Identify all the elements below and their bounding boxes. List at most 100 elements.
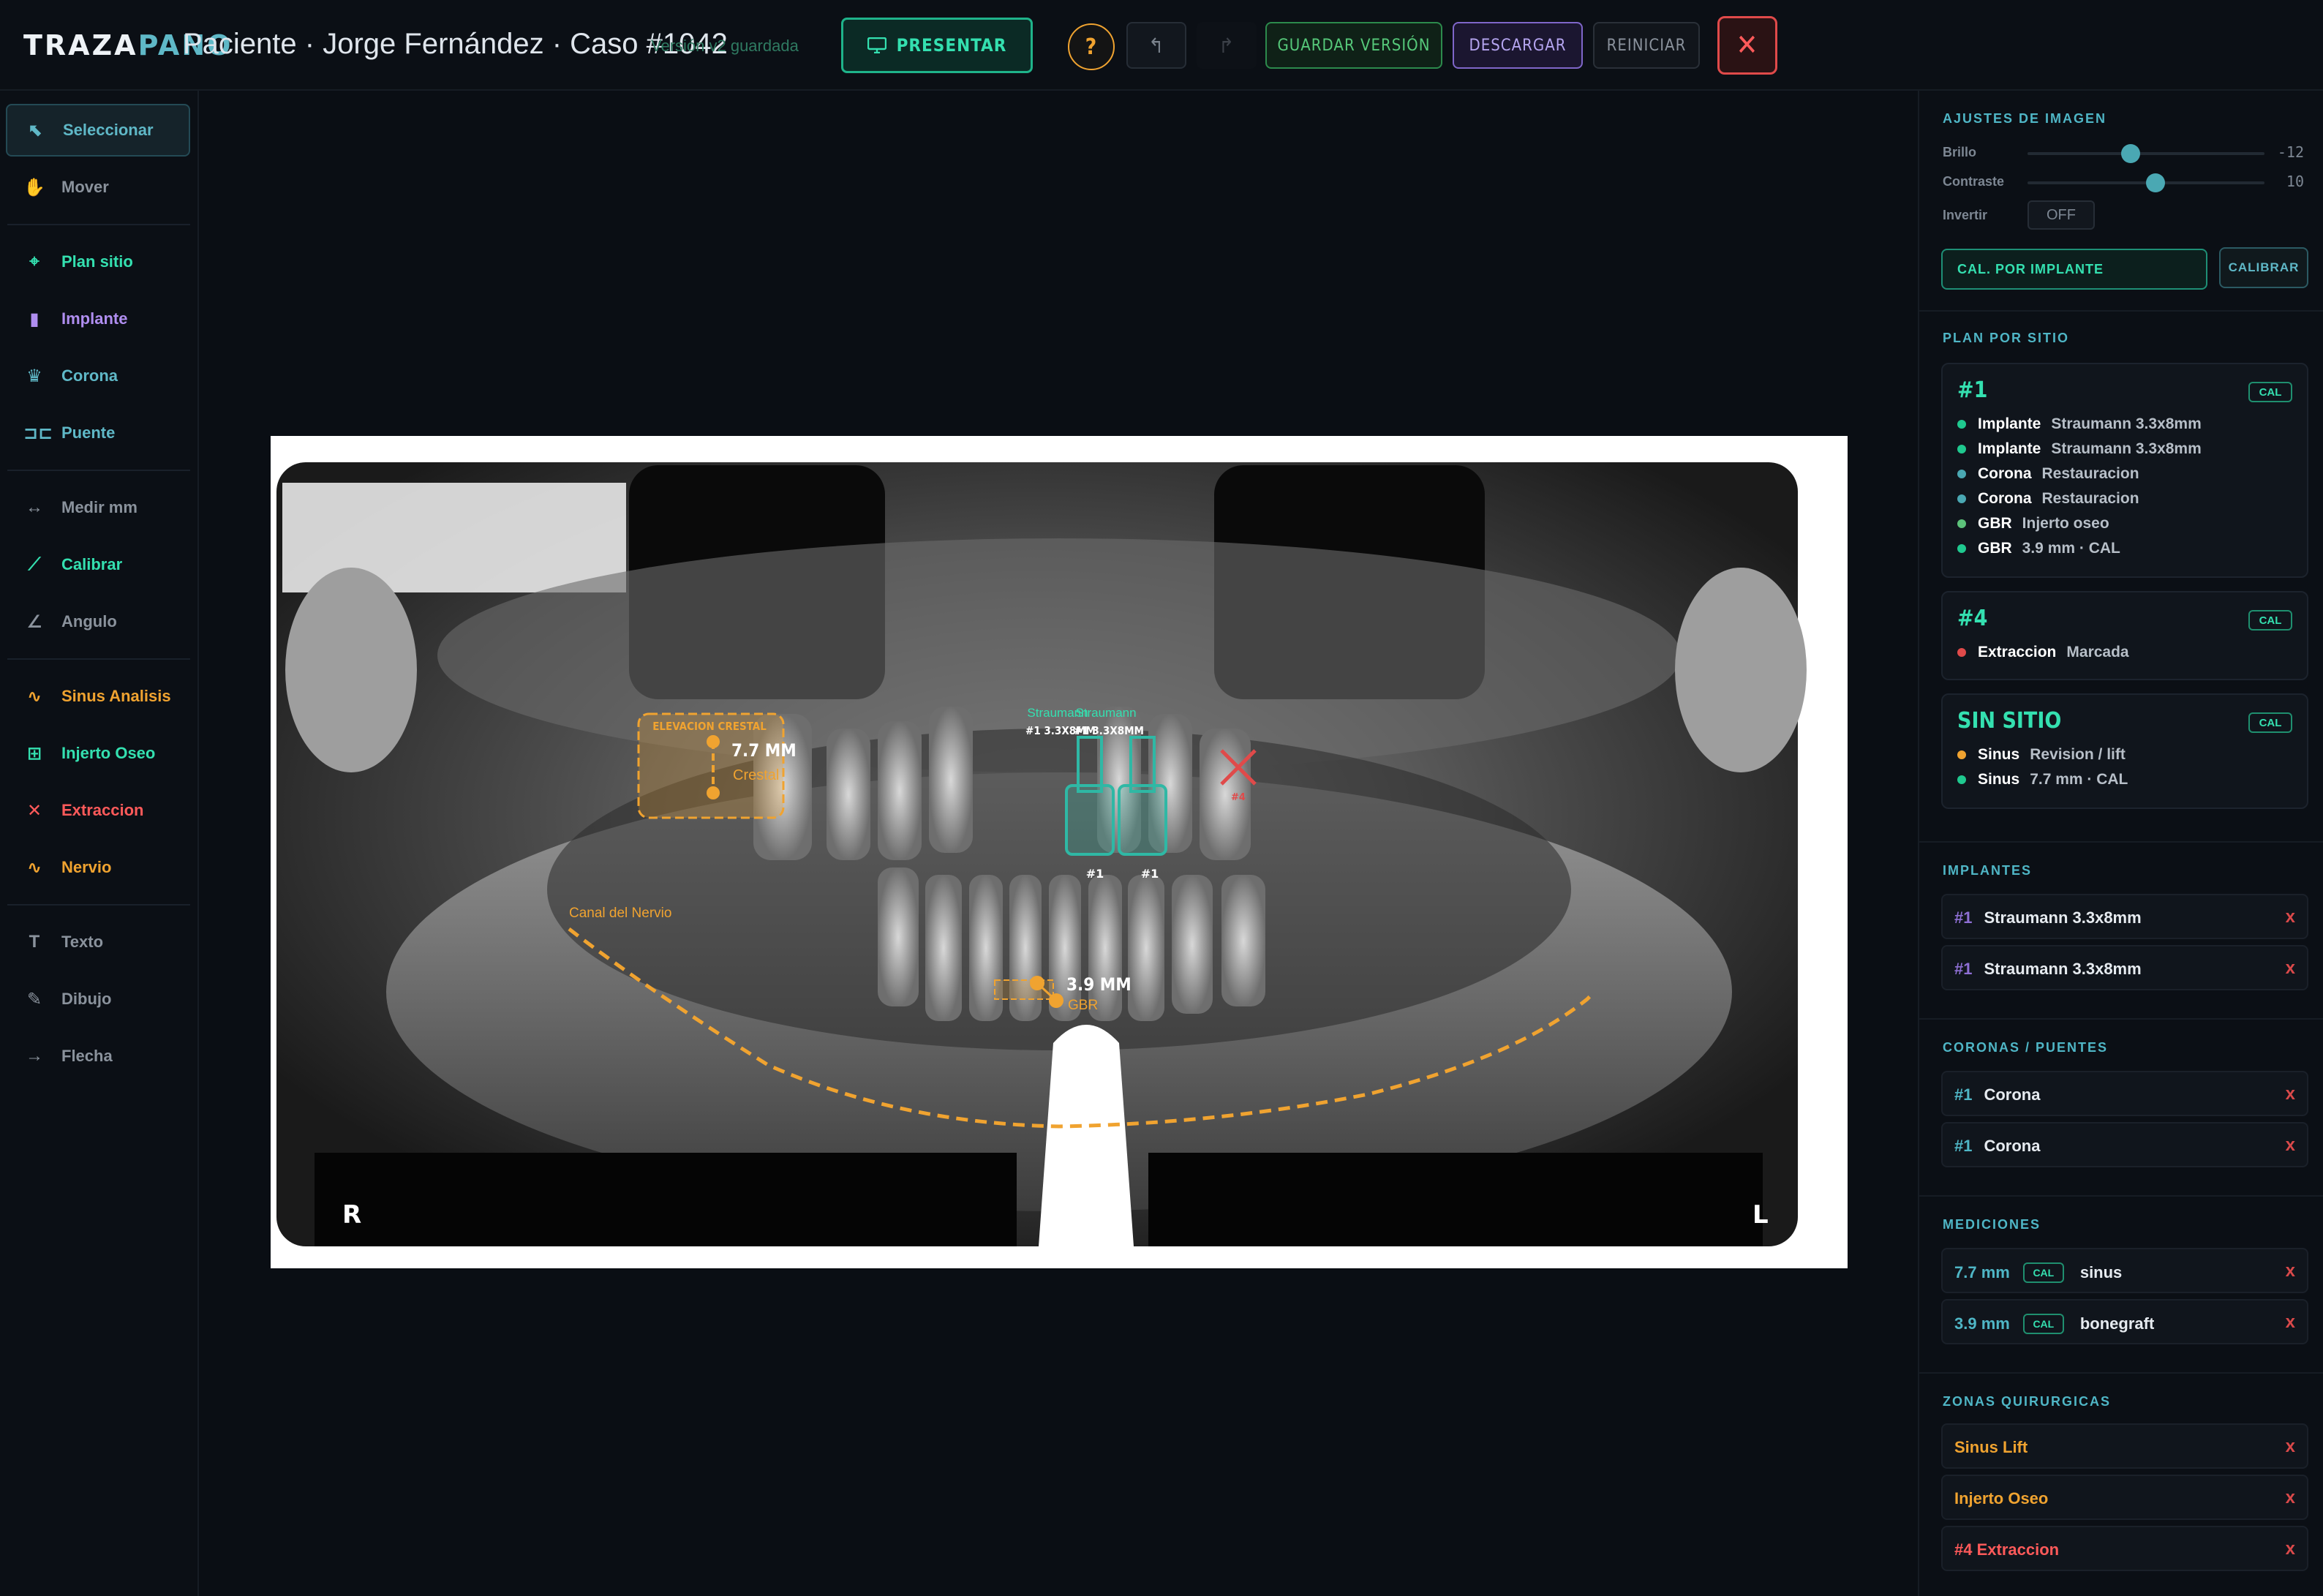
close-button[interactable]: ✕ <box>1717 16 1777 75</box>
implant-num-a: #1 <box>1086 867 1104 881</box>
remove-icon[interactable]: x <box>2286 1539 2295 1559</box>
site-plan-title: PLAN POR SITIO <box>1943 331 2070 345</box>
implant-brand-b: Straumann <box>1075 706 1136 720</box>
target-icon: ⌖ <box>29 252 39 271</box>
tool-site-plan[interactable]: ⌖ Plan sitio <box>6 236 190 288</box>
brightness-label: Brillo <box>1943 145 1977 159</box>
help-button[interactable]: ? <box>1068 23 1115 70</box>
brightness-knob[interactable] <box>2121 144 2140 163</box>
crown-row[interactable]: #1 Corona x <box>1941 1122 2308 1167</box>
tool-move[interactable]: ✋ Mover <box>6 161 190 214</box>
undo-button[interactable]: ↰ <box>1126 22 1186 69</box>
invert-toggle[interactable]: OFF <box>2028 200 2095 230</box>
tool-text[interactable]: T Texto <box>6 916 190 968</box>
tool-crown[interactable]: ♛ Corona <box>6 350 190 402</box>
redo-button[interactable]: ↱ <box>1197 22 1257 69</box>
tool-sinus[interactable]: ∿ Sinus Analisis <box>6 670 190 723</box>
reset-button[interactable]: REINICIAR <box>1593 22 1700 69</box>
cal-badge: CAL <box>2248 712 2292 733</box>
divider <box>1919 1018 2323 1020</box>
nerve-icon: ∿ <box>26 857 42 878</box>
tool-angle[interactable]: ∠ Angulo <box>6 595 190 648</box>
remove-icon[interactable]: x <box>2286 907 2295 927</box>
tool-arrow[interactable]: → Flecha <box>6 1030 190 1083</box>
zone-row[interactable]: Sinus Lift x <box>1941 1423 2308 1469</box>
implant-row[interactable]: #1 Straumann 3.3x8mm x <box>1941 894 2308 939</box>
calibrate-by-implant-button[interactable]: CAL. POR IMPLANTE <box>1941 249 2207 290</box>
calibrate-button[interactable]: CALIBRAR <box>2219 247 2308 288</box>
cursor-icon: ⬉ <box>28 120 44 140</box>
contrast-slider[interactable] <box>2028 173 2264 192</box>
implant-row[interactable]: #1 Straumann 3.3x8mm x <box>1941 945 2308 990</box>
crestal-handle-top[interactable] <box>707 735 720 748</box>
status-dot <box>1957 544 1966 553</box>
chin-gap <box>1039 1025 1134 1246</box>
invert-label: Invertir <box>1943 208 1988 222</box>
remove-icon[interactable]: x <box>2286 1135 2295 1156</box>
gbr-handle-bottom[interactable] <box>1049 993 1063 1008</box>
measurements-title: MEDICIONES <box>1943 1217 2041 1232</box>
x-icon: ✕ <box>26 800 42 821</box>
bridge-icon: ⊐⊏ <box>23 423 53 443</box>
xray-bottom-white <box>271 1246 1848 1268</box>
tool-measure[interactable]: ↔ Medir mm <box>6 481 190 534</box>
tool-select[interactable]: ⬉ Seleccionar <box>6 104 190 157</box>
crown-box-b[interactable] <box>1118 784 1167 856</box>
tool-sidebar: ⬉ Seleccionar ✋ Mover ⌖ Plan sitio ▮ Implant… <box>0 91 199 1596</box>
save-version-button[interactable]: GUARDAR VERSIÓN <box>1265 22 1442 69</box>
saved-status: Versión v2 guardada <box>651 37 799 55</box>
remove-icon[interactable]: x <box>2286 1437 2295 1457</box>
remove-icon[interactable]: x <box>2286 1488 2295 1508</box>
download-button[interactable]: DESCARGAR <box>1453 22 1583 69</box>
xray-canvas[interactable]: ELEVACION CRESTAL 7.7 MM Crestal Strauma… <box>271 436 1848 1268</box>
monitor-icon <box>867 37 886 53</box>
site-card-unassigned[interactable]: SIN SITIO CAL Sinus Revision / lift Sinus… <box>1941 693 2308 809</box>
cal-badge: CAL <box>2248 382 2292 402</box>
measurement-row[interactable]: 7.7 mm CAL sinus x <box>1941 1248 2308 1293</box>
tool-calibrate[interactable]: ⟋ Calibrar <box>6 538 190 591</box>
tool-bone-graft[interactable]: ⊞ Injerto Oseo <box>6 727 190 780</box>
tool-extraction[interactable]: ✕ Extraccion <box>6 784 190 837</box>
tool-nerve[interactable]: ∿ Nervio <box>6 841 190 894</box>
site-card-1[interactable]: #1 CAL Implante Straumann 3.3x8mm Implant… <box>1941 363 2308 578</box>
brightness-value: -12 <box>2277 143 2304 161</box>
tool-implant[interactable]: ▮ Implante <box>6 293 190 345</box>
condyle-left <box>1675 568 1807 772</box>
crestal-handle-bottom[interactable] <box>707 786 720 799</box>
tool-draw[interactable]: ✎ Dibujo <box>6 973 190 1025</box>
remove-icon[interactable]: x <box>2286 1261 2295 1281</box>
remove-icon[interactable]: x <box>2286 958 2295 979</box>
remove-icon[interactable]: x <box>2286 1084 2295 1104</box>
cal-badge: CAL <box>2022 1314 2064 1334</box>
implant-tag-b: #1 3.3X8MM <box>1074 724 1144 737</box>
brightness-slider[interactable] <box>2028 144 2264 163</box>
divider <box>7 658 190 660</box>
pen-icon: ✎ <box>26 989 42 1009</box>
crestal-measure-value: 7.7 MM <box>731 740 797 761</box>
divider <box>1919 310 2323 312</box>
crown-icon: ♛ <box>26 366 42 386</box>
remove-icon[interactable]: x <box>2286 1312 2295 1333</box>
tool-bridge[interactable]: ⊐⊏ Puente <box>6 407 190 459</box>
crown-box-a[interactable] <box>1065 784 1115 856</box>
gbr-handle-top[interactable] <box>1030 976 1044 990</box>
properties-panel: AJUSTES DE IMAGEN Brillo -12 Contraste 1… <box>1918 91 2323 1596</box>
present-button[interactable]: PRESENTAR <box>841 18 1033 73</box>
status-dot <box>1957 420 1966 429</box>
measurement-row[interactable]: 3.9 mm CAL bonegraft x <box>1941 1299 2308 1344</box>
contrast-label: Contraste <box>1943 174 2005 189</box>
crown-row[interactable]: #1 Corona x <box>1941 1071 2308 1116</box>
cal-badge: CAL <box>2248 610 2292 631</box>
status-dot <box>1957 470 1966 478</box>
site-card-4[interactable]: #4 CAL Extraccion Marcada <box>1941 591 2308 680</box>
status-dot <box>1957 750 1966 759</box>
site-item: Implante Straumann 3.3x8mm <box>1957 440 2202 458</box>
orientation-left-label: L <box>1752 1200 1769 1230</box>
contrast-knob[interactable] <box>2146 173 2165 192</box>
zone-row[interactable]: #4 Extraccion x <box>1941 1526 2308 1571</box>
divider <box>7 224 190 225</box>
panoramic-xray[interactable]: ELEVACION CRESTAL 7.7 MM Crestal Strauma… <box>271 436 1848 1268</box>
zone-row[interactable]: Injerto Oseo x <box>1941 1475 2308 1520</box>
implants-title: IMPLANTES <box>1943 863 2033 878</box>
crestal-zone-title: ELEVACION CRESTAL <box>652 720 767 733</box>
